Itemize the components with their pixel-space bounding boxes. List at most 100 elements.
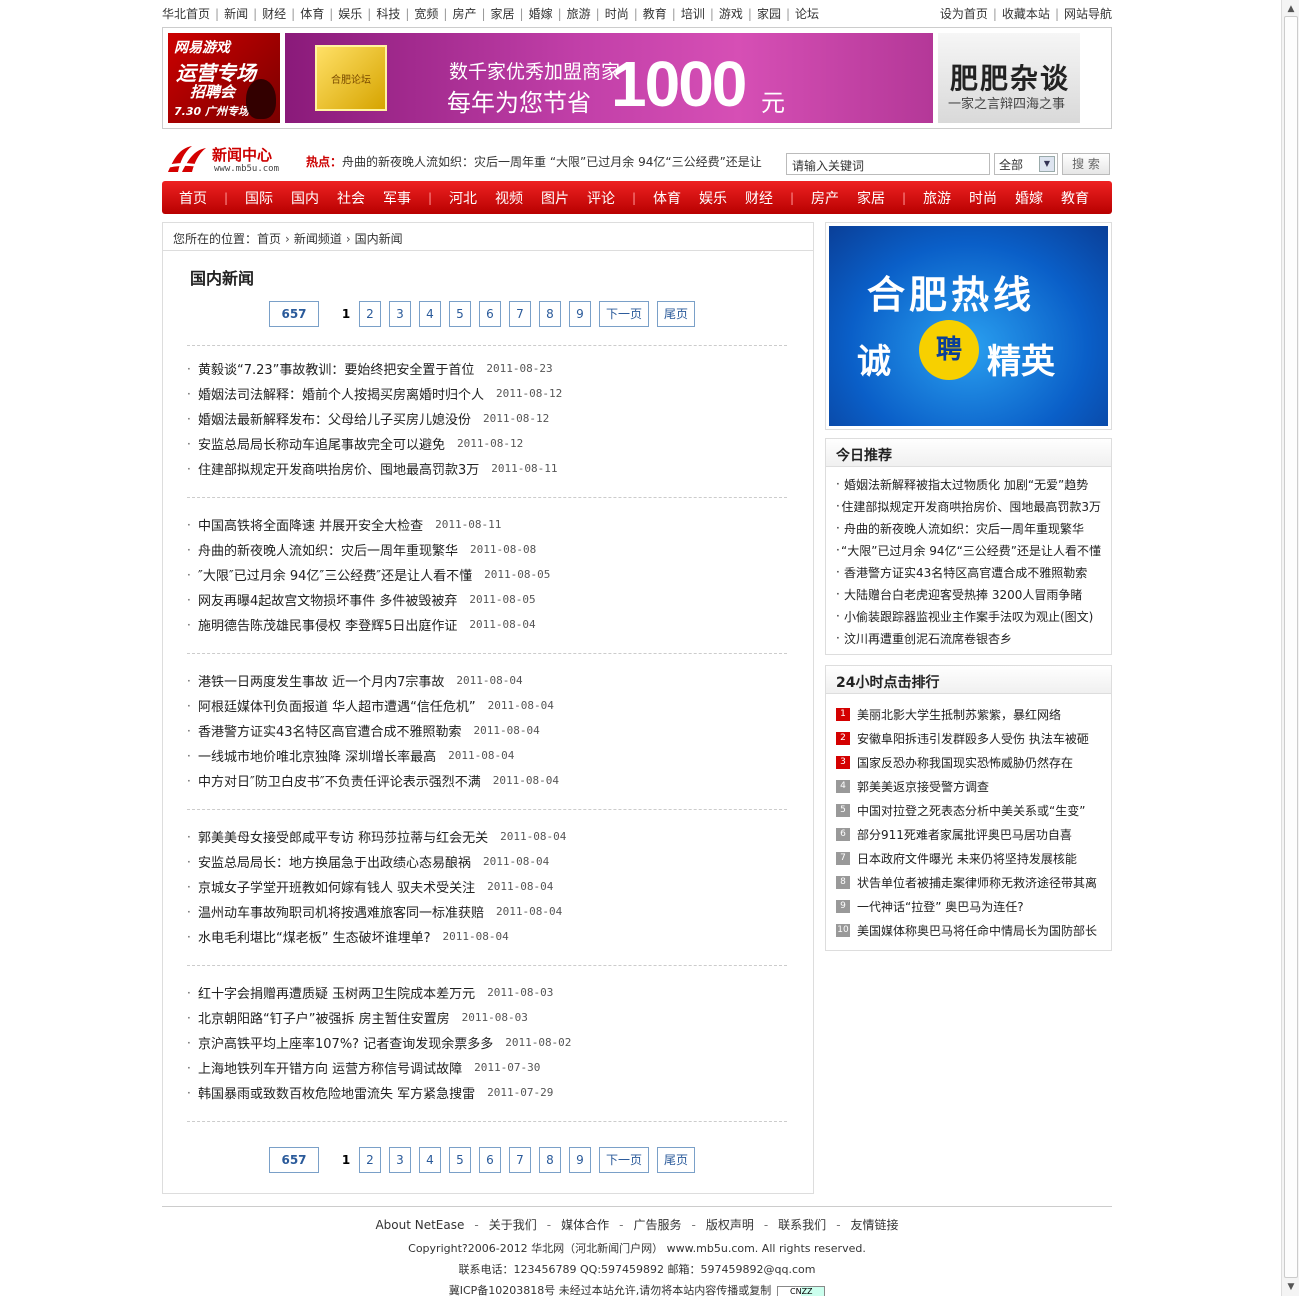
- news-title-link[interactable]: 港铁一日两度发生事故 近一个月内7宗事故: [198, 671, 444, 690]
- news-title-link[interactable]: 郭美美母女接受郎咸平专访 称玛莎拉蒂与红会无关: [198, 827, 488, 846]
- top-nav-link[interactable]: 新闻: [224, 7, 248, 21]
- news-title-link[interactable]: 香港警方证实43名特区高官遭合成不雅照勒索: [198, 721, 462, 740]
- news-item[interactable]: · 京沪高铁平均上座率107%? 记者查询发现余票多多 2011-08-02: [187, 1030, 787, 1055]
- search-input[interactable]: 请输入关键词: [786, 153, 990, 175]
- top-nav-link[interactable]: 婚嫁: [529, 7, 553, 21]
- recommend-item[interactable]: · “大限”已过月余 94亿“三公经费”还是让人看不懂: [836, 539, 1101, 561]
- recommend-item[interactable]: · 香港警方证实43名特区高官遭合成不雅照勒索: [836, 561, 1101, 583]
- main-nav-item[interactable]: 婚嫁: [1006, 188, 1052, 208]
- top-nav-link[interactable]: 旅游: [567, 7, 591, 21]
- recommend-item-link[interactable]: 住建部拟规定开发商哄抬房价、囤地最高罚款3万: [841, 498, 1101, 515]
- pagination-page-link[interactable]: 6: [479, 1147, 501, 1173]
- news-item[interactable]: · 红十字会捐赠再遭质疑 玉树两卫生院成本差万元 2011-08-03: [187, 980, 787, 1005]
- news-item[interactable]: · 香港警方证实43名特区高官遭合成不雅照勒索 2011-08-04: [187, 718, 787, 743]
- recommend-item[interactable]: · 舟曲的新夜晚人流如织：灾后一周年重现繁华: [836, 517, 1101, 539]
- news-item[interactable]: · 港铁一日两度发生事故 近一个月内7宗事故 2011-08-04: [187, 668, 787, 693]
- footer-link[interactable]: 联系我们: [778, 1218, 826, 1232]
- top-nav-link[interactable]: 房产: [452, 7, 476, 21]
- news-item[interactable]: · 中方对日″防卫白皮书″不负责任评论表示强烈不满 2011-08-04: [187, 768, 787, 793]
- footer-link[interactable]: 关于我们: [489, 1218, 537, 1232]
- pagination-page-link[interactable]: 9: [569, 301, 591, 327]
- news-title-link[interactable]: 韩国暴雨或致数百枚危险地雷流失 军方紧急搜雷: [198, 1083, 475, 1102]
- main-nav-item[interactable]: 财经: [736, 188, 782, 208]
- pagination-page-link[interactable]: 8: [539, 1147, 561, 1173]
- pagination-last-button[interactable]: 尾页: [657, 1147, 696, 1173]
- search-button[interactable]: 搜 索: [1062, 153, 1110, 175]
- news-item[interactable]: · 舟曲的新夜晚人流如织：灾后一周年重现繁华 2011-08-08: [187, 537, 787, 562]
- news-title-link[interactable]: 安监总局局长：地方换届急于出政绩心态易酿祸: [198, 852, 471, 871]
- ranking-item-link[interactable]: 一代神话“拉登” 奥巴马为连任?: [857, 898, 1024, 915]
- news-title-link[interactable]: 京城女子学堂开班教如何嫁有钱人 驭夫术受关注: [198, 877, 475, 896]
- news-item[interactable]: · 水电毛利堪比“煤老板” 生态破坏谁埋单? 2011-08-04: [187, 924, 787, 949]
- news-item[interactable]: · 郭美美母女接受郎咸平专访 称玛莎拉蒂与红会无关 2011-08-04: [187, 824, 787, 849]
- news-item[interactable]: · 施明德告陈茂雄民事侵权 李登辉5日出庭作证 2011-08-04: [187, 612, 787, 637]
- pagination-page-link[interactable]: 3: [389, 301, 411, 327]
- main-nav-item[interactable]: 教育: [1052, 188, 1098, 208]
- ranking-item[interactable]: 3 国家反恐办称我国现实恐怖威胁仍然存在: [836, 750, 1101, 774]
- news-title-link[interactable]: 施明德告陈茂雄民事侵权 李登辉5日出庭作证: [198, 615, 457, 634]
- top-nav-link[interactable]: 家居: [491, 7, 515, 21]
- top-nav-utility-link[interactable]: 设为首页: [940, 7, 988, 21]
- news-item[interactable]: · 京城女子学堂开班教如何嫁有钱人 驭夫术受关注 2011-08-04: [187, 874, 787, 899]
- news-item[interactable]: · 网友再曝4起故宫文物损坏事件 多件被毁被弃 2011-08-05: [187, 587, 787, 612]
- ranking-item-link[interactable]: 郭美美返京接受警方调查: [857, 778, 989, 795]
- top-nav-utility-link[interactable]: 网站导航: [1064, 7, 1112, 21]
- ranking-item[interactable]: 2 安徽阜阳拆违引发群殴多人受伤 执法车被砸: [836, 726, 1101, 750]
- ranking-item-link[interactable]: 状告单位者被捕走案律师称无救济途径带其离: [857, 874, 1097, 891]
- hotline-ad[interactable]: 合肥热线 诚 聘 精英: [825, 222, 1112, 430]
- top-nav-link[interactable]: 时尚: [605, 7, 629, 21]
- news-title-link[interactable]: 住建部拟规定开发商哄抬房价、囤地最高罚款3万: [198, 459, 479, 478]
- recommend-item-link[interactable]: 舟曲的新夜晚人流如织：灾后一周年重现繁华: [844, 520, 1084, 537]
- main-nav-item[interactable]: 旅游: [914, 188, 960, 208]
- main-nav-item[interactable]: 军事: [374, 188, 420, 208]
- news-item[interactable]: · 韩国暴雨或致数百枚危险地雷流失 军方紧急搜雷 2011-07-29: [187, 1080, 787, 1105]
- news-item[interactable]: · 温州动车事故殉职司机将按遇难旅客同一标准获赔 2011-08-04: [187, 899, 787, 924]
- main-nav-item[interactable]: 时尚: [960, 188, 1006, 208]
- top-nav-link[interactable]: 游戏: [719, 7, 743, 21]
- ranking-item-link[interactable]: 美国媒体称奥巴马将任命中情局长为国防部长: [857, 922, 1097, 939]
- recommend-item[interactable]: · 大陆赠台白老虎迎客受热捧 3200人冒雨争睹: [836, 583, 1101, 605]
- top-nav-link[interactable]: 培训: [681, 7, 705, 21]
- ranking-item[interactable]: 5 中国对拉登之死表态分析中美关系或“生变”: [836, 798, 1101, 822]
- pagination-next-button[interactable]: 下一页: [599, 1147, 650, 1173]
- news-item[interactable]: · 婚姻法最新解释发布：父母给儿子买房儿媳没份 2011-08-12: [187, 406, 787, 431]
- pagination-page-link[interactable]: 4: [419, 301, 441, 327]
- news-title-link[interactable]: ″大限″已过月余 94亿″三公经费″还是让人看不懂: [198, 565, 472, 584]
- news-title-link[interactable]: 红十字会捐赠再遭质疑 玉树两卫生院成本差万元: [198, 983, 475, 1002]
- pagination-page-link[interactable]: 9: [569, 1147, 591, 1173]
- footer-link[interactable]: 版权声明: [706, 1218, 754, 1232]
- news-title-link[interactable]: 京沪高铁平均上座率107%? 记者查询发现余票多多: [198, 1033, 493, 1052]
- recommend-item-link[interactable]: 小偷装跟踪器监视业主作案手法叹为观止(图文): [844, 608, 1093, 625]
- pagination-last-button[interactable]: 尾页: [657, 301, 696, 327]
- recommend-item[interactable]: · 住建部拟规定开发商哄抬房价、囤地最高罚款3万: [836, 495, 1101, 517]
- pagination-page-link[interactable]: 3: [389, 1147, 411, 1173]
- pagination-next-button[interactable]: 下一页: [599, 301, 650, 327]
- site-logo[interactable]: 新闻中心 www.mb5u.com: [164, 142, 288, 176]
- main-nav-item[interactable]: 家居: [848, 188, 894, 208]
- ranking-item[interactable]: 4 郭美美返京接受警方调查: [836, 774, 1101, 798]
- footer-link[interactable]: 媒体合作: [561, 1218, 609, 1232]
- pagination-page-link[interactable]: 6: [479, 301, 501, 327]
- recommend-item-link[interactable]: 汶川再遭重创泥石流席卷银杏乡: [844, 630, 1012, 647]
- banner-game-recruit[interactable]: 网易游戏 运营专场 招聘会 7.30 广州专场: [168, 33, 280, 123]
- breadcrumb-link[interactable]: 国内新闻: [355, 232, 403, 246]
- main-nav-item[interactable]: 国际: [236, 188, 282, 208]
- main-nav-item[interactable]: 国内: [282, 188, 328, 208]
- main-nav-item[interactable]: 河北: [440, 188, 486, 208]
- news-item[interactable]: · 阿根廷媒体刊负面报道 华人超市遭遇“信任危机” 2011-08-04: [187, 693, 787, 718]
- top-nav-link[interactable]: 宽频: [414, 7, 438, 21]
- news-title-link[interactable]: 婚姻法司法解释：婚前个人按揭买房离婚时归个人: [198, 384, 484, 403]
- news-item[interactable]: · 婚姻法司法解释：婚前个人按揭买房离婚时归个人 2011-08-12: [187, 381, 787, 406]
- news-item[interactable]: · 黄毅谈“7.23”事故教训：要始终把安全置于首位 2011-08-23: [187, 356, 787, 381]
- footer-link[interactable]: About NetEase: [375, 1218, 464, 1232]
- top-nav-link[interactable]: 科技: [376, 7, 400, 21]
- recommend-item[interactable]: · 婚姻法新解释被指太过物质化 加剧“无爱”趋势: [836, 473, 1101, 495]
- news-item[interactable]: · 住建部拟规定开发商哄抬房价、囤地最高罚款3万 2011-08-11: [187, 456, 787, 481]
- scroll-up-icon[interactable]: ▲: [1285, 4, 1297, 14]
- news-title-link[interactable]: 北京朝阳路“钉子户”被强拆 房主暂住安置房: [198, 1008, 450, 1027]
- search-scope-select[interactable]: 全部 ▼: [994, 153, 1058, 175]
- news-item[interactable]: · 上海地铁列车开错方向 运营方称信号调试故障 2011-07-30: [187, 1055, 787, 1080]
- footer-link[interactable]: 广告服务: [633, 1218, 681, 1232]
- recommend-item-link[interactable]: “大限”已过月余 94亿“三公经费”还是让人看不懂: [841, 542, 1101, 559]
- cnzz-badge[interactable]: CNZZ: [777, 1285, 826, 1296]
